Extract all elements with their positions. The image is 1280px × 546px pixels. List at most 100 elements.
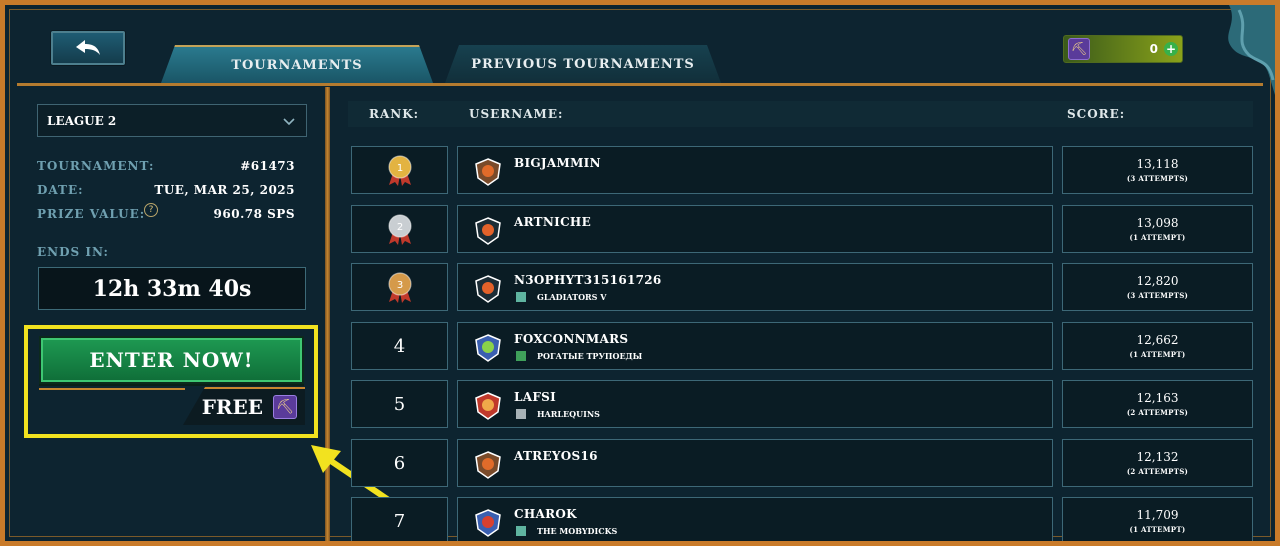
username: CHAROK bbox=[514, 507, 577, 521]
attempts-count: (1 ATTEMPT) bbox=[1129, 525, 1186, 534]
free-label: FREE bbox=[201, 395, 263, 419]
username-cell[interactable]: ARTNICHE bbox=[457, 205, 1053, 253]
tournament-id: #61473 bbox=[240, 159, 295, 173]
score-cell: 11,709 (1 ATTEMPT) bbox=[1062, 497, 1253, 541]
player-avatar-icon bbox=[475, 158, 501, 186]
username-cell[interactable]: BIGJAMMIN bbox=[457, 146, 1053, 194]
score-cell: 12,163 (2 ATTEMPTS) bbox=[1062, 380, 1253, 428]
username: N3OPHYT315161726 bbox=[514, 273, 662, 287]
username-cell[interactable]: N3OPHYT315161726 GLADIATORS V bbox=[457, 263, 1053, 311]
date-label: DATE: bbox=[37, 183, 84, 197]
rank-number: 7 bbox=[393, 510, 406, 532]
medal-rank-number: 3 bbox=[396, 280, 402, 291]
tab-tournaments[interactable]: TOURNAMENTS bbox=[161, 45, 433, 83]
username-cell[interactable]: LAFSI HARLEQUINS bbox=[457, 380, 1053, 428]
league-select-value: LEAGUE 2 bbox=[47, 113, 117, 128]
rank-cell: 6 bbox=[351, 439, 448, 487]
guild-banner-icon bbox=[516, 292, 526, 302]
rank-number: 5 bbox=[393, 393, 406, 415]
username: BIGJAMMIN bbox=[514, 156, 601, 170]
column-header-username: USERNAME: bbox=[469, 107, 564, 121]
username: ATREYOS16 bbox=[514, 449, 598, 463]
tab-previous-tournaments[interactable]: PREVIOUS TOURNAMENTS bbox=[445, 45, 721, 83]
attempts-count: (3 ATTEMPTS) bbox=[1126, 291, 1189, 300]
rank-cell: 1 bbox=[351, 146, 448, 194]
score-value: 13,098 bbox=[1136, 216, 1179, 230]
score-cell: 12,820 (3 ATTEMPTS) bbox=[1062, 263, 1253, 311]
pickaxe-token-icon: ⛏ bbox=[1068, 38, 1090, 60]
help-icon[interactable]: ? bbox=[144, 203, 158, 217]
rank-cell: 4 bbox=[351, 322, 448, 370]
ends-in-label: ENDS IN: bbox=[37, 245, 109, 259]
score-value: 12,163 bbox=[1136, 391, 1179, 405]
wallet-balance: ⛏ 0 + bbox=[1063, 35, 1183, 63]
corner-ornament-icon bbox=[1228, 5, 1275, 95]
attempts-count: (2 ATTEMPTS) bbox=[1126, 467, 1189, 476]
attempts-count: (1 ATTEMPT) bbox=[1129, 350, 1186, 359]
player-avatar-icon bbox=[475, 275, 501, 303]
score-cell: 13,118 (3 ATTEMPTS) bbox=[1062, 146, 1253, 194]
add-funds-button[interactable]: + bbox=[1164, 42, 1178, 56]
date-value: TUE, MAR 25, 2025 bbox=[154, 183, 295, 197]
username-cell[interactable]: ATREYOS16 bbox=[457, 439, 1053, 487]
bronze-medal-icon: 3 bbox=[387, 272, 412, 303]
player-avatar-icon bbox=[475, 217, 501, 245]
app-frame: TOURNAMENTS PREVIOUS TOURNAMENTS ⛏ 0 + L… bbox=[0, 0, 1280, 546]
attempts-count: (2 ATTEMPTS) bbox=[1126, 408, 1189, 417]
player-avatar-icon bbox=[475, 334, 501, 362]
score-cell: 12,132 (2 ATTEMPTS) bbox=[1062, 439, 1253, 487]
username-cell[interactable]: CHAROK THE MOBYDICKS bbox=[457, 497, 1053, 541]
score-value: 13,118 bbox=[1136, 157, 1179, 171]
player-avatar-icon bbox=[475, 509, 501, 537]
player-avatar-icon bbox=[475, 392, 501, 420]
attempts-count: (1 ATTEMPT) bbox=[1129, 233, 1186, 242]
medal-rank-number: 1 bbox=[396, 163, 402, 174]
username-cell[interactable]: FOXCONNMARS РОГАТЫЕ ТРУПОЕДЫ bbox=[457, 322, 1053, 370]
prize-label: PRIZE VALUE: bbox=[37, 207, 146, 221]
chevron-down-icon bbox=[283, 118, 295, 126]
rank-cell: 2 bbox=[351, 205, 448, 253]
column-header-rank: RANK: bbox=[369, 107, 420, 121]
column-header-score: SCORE: bbox=[1067, 107, 1126, 121]
guild-name: HARLEQUINS bbox=[537, 409, 600, 419]
username: ARTNICHE bbox=[514, 215, 592, 229]
gold-medal-icon: 1 bbox=[387, 155, 412, 186]
score-cell: 13,098 (1 ATTEMPT) bbox=[1062, 205, 1253, 253]
pickaxe-token-icon: ⛏ bbox=[273, 395, 297, 419]
medal-rank-number: 2 bbox=[396, 222, 402, 233]
rank-cell: 3 bbox=[351, 263, 448, 311]
guild-tag: GLADIATORS V bbox=[516, 292, 606, 302]
prize-value: 960.78 SPS bbox=[213, 207, 295, 221]
league-select[interactable]: LEAGUE 2 bbox=[37, 104, 307, 137]
tournament-label: TOURNAMENT: bbox=[37, 159, 155, 173]
guild-tag: HARLEQUINS bbox=[516, 409, 600, 419]
guild-banner-icon bbox=[516, 526, 526, 536]
guild-name: GLADIATORS V bbox=[537, 292, 607, 302]
rank-number: 4 bbox=[393, 335, 406, 357]
rank-number: 6 bbox=[393, 452, 406, 474]
username: FOXCONNMARS bbox=[514, 332, 629, 346]
wallet-value: 0 bbox=[1149, 42, 1158, 56]
back-arrow-icon bbox=[76, 40, 100, 55]
rank-cell: 5 bbox=[351, 380, 448, 428]
rank-cell: 7 bbox=[351, 497, 448, 541]
username: LAFSI bbox=[514, 390, 557, 404]
score-value: 11,709 bbox=[1136, 508, 1179, 522]
countdown-timer: 12h 33m 40s bbox=[38, 267, 306, 310]
guild-tag: РОГАТЫЕ ТРУПОЕДЫ bbox=[516, 351, 642, 361]
score-cell: 12,662 (1 ATTEMPT) bbox=[1062, 322, 1253, 370]
player-avatar-icon bbox=[475, 451, 501, 479]
enter-now-button[interactable]: ENTER NOW! bbox=[39, 336, 304, 384]
score-value: 12,132 bbox=[1136, 450, 1179, 464]
score-value: 12,820 bbox=[1136, 274, 1179, 288]
back-button[interactable] bbox=[51, 31, 125, 65]
attempts-count: (3 ATTEMPTS) bbox=[1126, 174, 1189, 183]
guild-banner-icon bbox=[516, 351, 526, 361]
score-value: 12,662 bbox=[1136, 333, 1179, 347]
guild-banner-icon bbox=[516, 409, 526, 419]
free-tag-divider bbox=[39, 388, 185, 390]
guild-name: РОГАТЫЕ ТРУПОЕДЫ bbox=[537, 351, 643, 361]
silver-medal-icon: 2 bbox=[387, 214, 412, 245]
guild-tag: THE MOBYDICKS bbox=[516, 526, 617, 536]
header-divider bbox=[17, 83, 1263, 86]
